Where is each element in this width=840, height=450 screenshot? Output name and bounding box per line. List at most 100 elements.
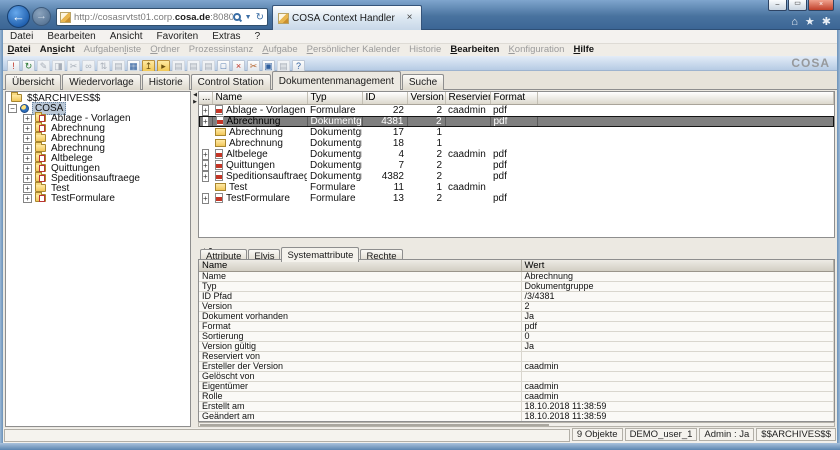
attribute-row: ID Pfad /3/4381 [199, 292, 834, 302]
tree-item[interactable]: + TestFormulare [6, 193, 190, 203]
browser-menu-item[interactable]: Ansicht [103, 30, 150, 43]
menu-ansicht[interactable]: Ansicht [35, 44, 79, 56]
tree-item[interactable]: + Test [6, 183, 190, 193]
tree-item[interactable]: + Speditionsauftraege [6, 173, 190, 183]
attribute-row: Dokument vorhanden Ja [199, 312, 834, 322]
status-bar: 9 ObjekteDEMO_user_1Admin : Ja$$ARCHIVES… [3, 428, 837, 443]
column-header-reserviert[interactable]: Reserviert ... [445, 92, 490, 104]
status-segment: Admin : Ja [699, 428, 754, 441]
tab-close-icon[interactable]: × [403, 12, 416, 25]
tree-expander-icon[interactable]: + [23, 194, 32, 203]
menu-aufgabe[interactable]: Aufgabe [258, 44, 302, 56]
tree-expander-icon[interactable]: + [23, 114, 32, 123]
scrollbar-thumb[interactable] [200, 424, 549, 426]
main-tab[interactable]: Historie [142, 74, 190, 90]
main-tab[interactable]: Dokumentenmanagement [272, 71, 401, 90]
column-header-id[interactable]: ID [362, 92, 407, 104]
attr-column-name[interactable]: Name [199, 260, 521, 272]
window-controls: – ▭ × [767, 0, 834, 11]
favorites-star-icon[interactable]: ★ [805, 16, 815, 28]
browser-menu-item[interactable]: ? [248, 30, 268, 43]
settings-gear-icon[interactable]: ✱ [822, 16, 831, 28]
column-header-version[interactable]: Version [407, 92, 445, 104]
menu-prozessinstanz[interactable]: Prozessinstanz [184, 44, 257, 56]
tree-item[interactable]: − COSA [6, 103, 190, 113]
search-icon[interactable] [233, 13, 241, 21]
row-expander-icon[interactable]: + [202, 160, 209, 171]
browser-tab[interactable]: COSA Context Handler × [272, 5, 422, 30]
main-tab[interactable]: Wiedervorlage [62, 74, 140, 90]
document-row[interactable]: + Ablage - Vorlagen Formulare 22 2 caadm… [199, 104, 834, 116]
document-row[interactable]: + Altbelege Dokumentgruppe 4 2 caadmin p… [199, 149, 834, 160]
menu-datei[interactable]: Datei [3, 44, 35, 56]
row-expander-icon[interactable]: + [202, 149, 209, 160]
tree-node-icon [20, 104, 29, 113]
attribute-value: 2 [521, 302, 834, 312]
menu-bearbeiten[interactable]: Bearbeiten [446, 44, 504, 56]
window-border-left [0, 30, 3, 443]
tree-item[interactable]: + Abrechnung [6, 123, 190, 133]
close-button[interactable]: × [808, 0, 834, 11]
column-header-typ[interactable]: Typ [307, 92, 362, 104]
tree-expander-icon[interactable]: + [23, 124, 32, 133]
browser-menu-item[interactable]: Datei [3, 30, 40, 43]
row-expander-icon[interactable]: + [202, 116, 209, 127]
row-expander-icon[interactable]: + [202, 105, 209, 116]
document-row[interactable]: + Speditionsauftraege Dokumentgruppe 438… [199, 171, 834, 182]
row-expander-icon[interactable]: + [202, 171, 209, 182]
menu-aufgabenliste[interactable]: Aufgabenliste [79, 44, 146, 56]
document-row[interactable]: Abrechnung Dokumentgruppe 18 1 [199, 138, 834, 149]
attribute-row: Version gültig Ja [199, 342, 834, 352]
tree-expander-icon[interactable]: + [23, 144, 32, 153]
browser-menu-item[interactable]: Favoriten [150, 30, 206, 43]
tree-item[interactable]: + Ablage - Vorlagen [6, 113, 190, 123]
menu-ordner[interactable]: Ordner [146, 44, 185, 56]
row-expander-icon[interactable]: + [202, 193, 209, 204]
tree-item[interactable]: + Abrechnung [6, 133, 190, 143]
tree-expander-icon[interactable]: + [23, 184, 32, 193]
tree-node-icon [35, 184, 46, 192]
attribute-name: Eigentümer [199, 382, 521, 392]
attribute-name: ID Pfad [199, 292, 521, 302]
attribute-tab[interactable]: Systemattribute [281, 247, 359, 262]
tree-item[interactable]: + Quittungen [6, 163, 190, 173]
horizontal-scrollbar[interactable] [198, 422, 835, 427]
refresh-icon[interactable]: ↻ [256, 12, 264, 23]
tree-expander-icon[interactable]: − [8, 104, 17, 113]
main-tab[interactable]: Control Station [191, 74, 271, 90]
column-header-expander[interactable]: ... [199, 92, 212, 104]
attribute-row: Geändert am 18.10.2018 11:38:59 [199, 412, 834, 422]
maximize-button[interactable]: ▭ [788, 0, 807, 11]
tree-item[interactable]: + Altbelege [6, 153, 190, 163]
browser-menu-item[interactable]: Extras [205, 30, 247, 43]
menu-persoenlicher-kalender[interactable]: Persönlicher Kalender [302, 44, 404, 56]
tree-expander-icon[interactable]: + [23, 174, 32, 183]
browser-menu-item[interactable]: Bearbeiten [40, 30, 102, 43]
address-bar[interactable]: http://cosasrvtst01.corp.cosa.de:8080/CO… [56, 8, 268, 26]
minimize-button[interactable]: – [768, 0, 787, 11]
document-row[interactable]: Abrechnung Dokumentgruppe 17 1 [199, 127, 834, 138]
document-row[interactable]: + Quittungen Dokumentgruppe 7 2 pdf [199, 160, 834, 171]
menu-historie[interactable]: Historie [405, 44, 446, 56]
document-row[interactable]: + TestFormulare Formulare 13 2 pdf [199, 193, 834, 204]
main-tab[interactable]: Übersicht [5, 74, 61, 90]
attr-column-wert[interactable]: Wert [521, 260, 834, 272]
menu-hilfe[interactable]: Hilfe [569, 44, 599, 56]
attribute-tab-bar: AttributeElvisSystemattributeRechte [198, 244, 835, 259]
tree-expander-icon[interactable]: + [23, 154, 32, 163]
dropdown-icon[interactable]: ▼ [245, 14, 252, 21]
main-tab[interactable]: Suche [402, 74, 444, 90]
status-segment: $$ARCHIVES$$ [756, 428, 836, 441]
column-header-format[interactable]: Format [490, 92, 537, 104]
forward-button[interactable]: → [32, 7, 51, 26]
back-button[interactable]: ← [7, 5, 30, 28]
tree-item[interactable]: + Abrechnung [6, 143, 190, 153]
home-icon[interactable]: ⌂ [791, 16, 798, 28]
attribute-row: Name Abrechnung [199, 272, 834, 282]
document-row[interactable]: + Abrechnung Dokumentgruppe 4381 2 pdf [199, 116, 834, 127]
document-row[interactable]: Test Formulare 11 1 caadmin [199, 182, 834, 193]
tree-expander-icon[interactable]: + [23, 134, 32, 143]
menu-konfiguration[interactable]: Konfiguration [504, 44, 569, 56]
tree-expander-icon[interactable]: + [23, 164, 32, 173]
column-header-name[interactable]: Name [212, 92, 307, 104]
